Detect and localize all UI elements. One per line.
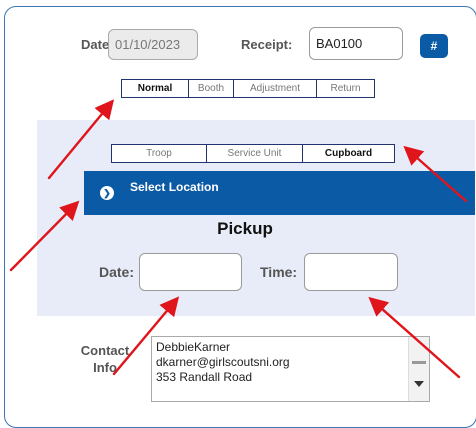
select-location-bar[interactable]: ❯ Select Location [84,171,475,215]
receipt-input[interactable]: BA0100 [309,27,403,60]
contact-line: DebbieKarner [156,340,231,354]
tab-return[interactable]: Return [316,80,374,97]
pickup-time-label: Time: [260,264,298,280]
contact-scrollbar[interactable] [408,337,429,401]
scroll-down-arrow-icon[interactable] [414,381,424,387]
pickup-time-input[interactable] [304,253,398,291]
contact-info-label: Contact Info [75,342,135,376]
pickup-title: Pickup [217,219,273,238]
receipt-label: Receipt: [241,37,293,52]
receipt-number-button[interactable]: # [420,34,448,58]
contact-line: 353 Randall Road [156,370,253,384]
date-input: 01/10/2023 [108,29,198,60]
chevron-down-icon: ❯ [100,186,114,200]
source-tabs: Troop Service Unit Cupboard [111,144,395,163]
contact-info-textarea[interactable]: DebbieKarner dkarner@girlscoutsni.org 35… [151,336,430,402]
contact-label-line1: Contact [80,343,130,358]
tab-booth[interactable]: Booth [188,80,233,97]
date-value: 01/10/2023 [115,37,181,52]
tab-service-unit[interactable]: Service Unit [206,145,302,162]
tab-adjustment[interactable]: Adjustment [233,80,316,97]
scrollbar-thumb[interactable] [412,361,426,364]
tab-troop[interactable]: Troop [112,145,206,162]
select-location-label: Select Location [130,180,219,194]
receipt-value: BA0100 [316,36,363,51]
contact-line: dkarner@girlscoutsni.org [156,355,290,369]
contact-label-line2: Info [93,360,117,375]
pickup-date-input[interactable] [139,253,242,291]
tab-normal[interactable]: Normal [122,80,188,97]
tab-cupboard[interactable]: Cupboard [302,145,394,162]
pickup-date-label: Date: [99,264,135,280]
order-type-tabs: Normal Booth Adjustment Return [121,79,375,98]
